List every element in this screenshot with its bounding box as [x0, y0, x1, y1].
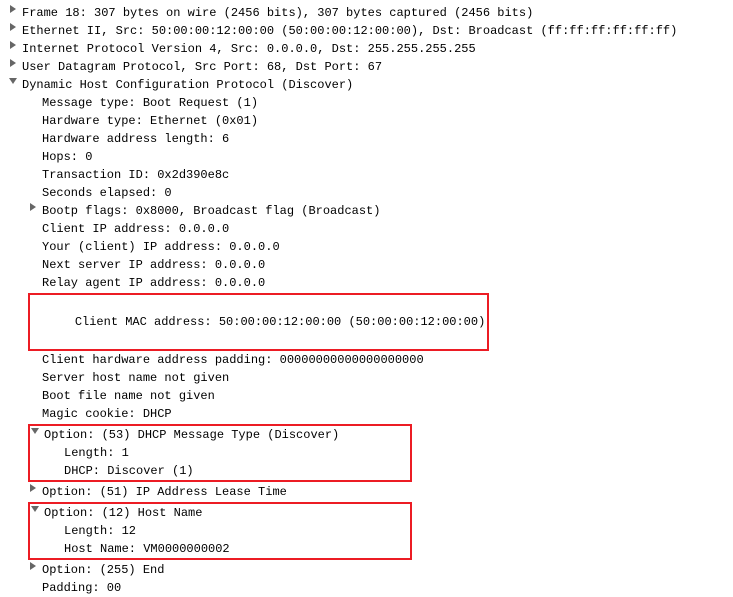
option-53-length[interactable]: Length: 1 [30, 444, 410, 462]
field-label: Hops: 0 [42, 148, 92, 166]
field-client-mac-row[interactable]: Client MAC address: 50:00:00:12:00:00 (5… [8, 292, 725, 351]
field-label: Host Name: VM0000000002 [64, 540, 230, 558]
field-boot-file[interactable]: Boot file name not given [8, 387, 725, 405]
chevron-down-icon [8, 76, 22, 86]
field-bootp-flags[interactable]: Bootp flags: 0x8000, Broadcast flag (Bro… [8, 202, 725, 220]
highlight-box-opt12: Option: (12) Host Name Length: 12 Host N… [28, 502, 412, 560]
field-label: Magic cookie: DHCP [42, 405, 172, 423]
field-label: Bootp flags: 0x8000, Broadcast flag (Bro… [42, 202, 380, 220]
tree-item-ethernet[interactable]: Ethernet II, Src: 50:00:00:12:00:00 (50:… [8, 22, 725, 40]
option-53[interactable]: Option: (53) DHCP Message Type (Discover… [30, 426, 410, 444]
field-your-ip[interactable]: Your (client) IP address: 0.0.0.0 [8, 238, 725, 256]
field-label: Relay agent IP address: 0.0.0.0 [42, 274, 265, 292]
field-hardware-len[interactable]: Hardware address length: 6 [8, 130, 725, 148]
option-51[interactable]: Option: (51) IP Address Lease Time [8, 483, 725, 501]
chevron-right-icon [8, 4, 22, 14]
option-255[interactable]: Option: (255) End [8, 561, 725, 579]
chevron-right-icon [28, 561, 42, 571]
field-padding[interactable]: Padding: 00 [8, 579, 725, 597]
option-label: Option: (53) DHCP Message Type (Discover… [44, 426, 339, 444]
field-client-ip[interactable]: Client IP address: 0.0.0.0 [8, 220, 725, 238]
chevron-right-icon [28, 202, 42, 212]
option-label: Option: (51) IP Address Lease Time [42, 483, 287, 501]
tree-item-udp[interactable]: User Datagram Protocol, Src Port: 68, Ds… [8, 58, 725, 76]
field-label: Seconds elapsed: 0 [42, 184, 172, 202]
field-label: Length: 12 [64, 522, 136, 540]
tree-item-frame[interactable]: Frame 18: 307 bytes on wire (2456 bits),… [8, 4, 725, 22]
option-53-value[interactable]: DHCP: Discover (1) [30, 462, 410, 480]
field-label: Length: 1 [64, 444, 129, 462]
chevron-right-icon [8, 58, 22, 68]
field-label: Hardware address length: 6 [42, 130, 229, 148]
tree-label: Dynamic Host Configuration Protocol (Dis… [22, 76, 353, 94]
field-message-type[interactable]: Message type: Boot Request (1) [8, 94, 725, 112]
field-relay-ip[interactable]: Relay agent IP address: 0.0.0.0 [8, 274, 725, 292]
tree-label: User Datagram Protocol, Src Port: 68, Ds… [22, 58, 382, 76]
field-server-hostname[interactable]: Server host name not given [8, 369, 725, 387]
field-label: DHCP: Discover (1) [64, 462, 194, 480]
option-label: Option: (255) End [42, 561, 164, 579]
chevron-right-icon [28, 483, 42, 493]
tree-label: Internet Protocol Version 4, Src: 0.0.0.… [22, 40, 476, 58]
field-label: Server host name not given [42, 369, 229, 387]
option-12-length[interactable]: Length: 12 [30, 522, 410, 540]
field-label: Padding: 00 [42, 579, 121, 597]
field-chaddr-padding[interactable]: Client hardware address padding: 0000000… [8, 351, 725, 369]
chevron-down-icon [30, 426, 44, 436]
chevron-right-icon [8, 40, 22, 50]
option-12-value[interactable]: Host Name: VM0000000002 [30, 540, 410, 558]
field-transaction-id[interactable]: Transaction ID: 0x2d390e8c [8, 166, 725, 184]
tree-item-dhcp[interactable]: Dynamic Host Configuration Protocol (Dis… [8, 76, 725, 94]
field-hops[interactable]: Hops: 0 [8, 148, 725, 166]
field-hardware-type[interactable]: Hardware type: Ethernet (0x01) [8, 112, 725, 130]
field-label: Message type: Boot Request (1) [42, 94, 258, 112]
field-label: Hardware type: Ethernet (0x01) [42, 112, 258, 130]
tree-label: Ethernet II, Src: 50:00:00:12:00:00 (50:… [22, 22, 677, 40]
option-label: Option: (12) Host Name [44, 504, 202, 522]
field-label: Boot file name not given [42, 387, 215, 405]
field-client-mac: Client MAC address: 50:00:00:12:00:00 (5… [75, 315, 485, 329]
field-label: Next server IP address: 0.0.0.0 [42, 256, 265, 274]
field-next-server-ip[interactable]: Next server IP address: 0.0.0.0 [8, 256, 725, 274]
field-seconds[interactable]: Seconds elapsed: 0 [8, 184, 725, 202]
field-label: Client hardware address padding: 0000000… [42, 351, 424, 369]
field-label: Transaction ID: 0x2d390e8c [42, 166, 229, 184]
field-label: Your (client) IP address: 0.0.0.0 [42, 238, 280, 256]
chevron-right-icon [8, 22, 22, 32]
option-12[interactable]: Option: (12) Host Name [30, 504, 410, 522]
highlight-box: Client MAC address: 50:00:00:12:00:00 (5… [28, 293, 489, 351]
tree-item-ip[interactable]: Internet Protocol Version 4, Src: 0.0.0.… [8, 40, 725, 58]
field-label: Client IP address: 0.0.0.0 [42, 220, 229, 238]
field-magic-cookie[interactable]: Magic cookie: DHCP [8, 405, 725, 423]
highlight-box-opt53: Option: (53) DHCP Message Type (Discover… [28, 424, 412, 482]
tree-label: Frame 18: 307 bytes on wire (2456 bits),… [22, 4, 533, 22]
chevron-down-icon [30, 504, 44, 514]
